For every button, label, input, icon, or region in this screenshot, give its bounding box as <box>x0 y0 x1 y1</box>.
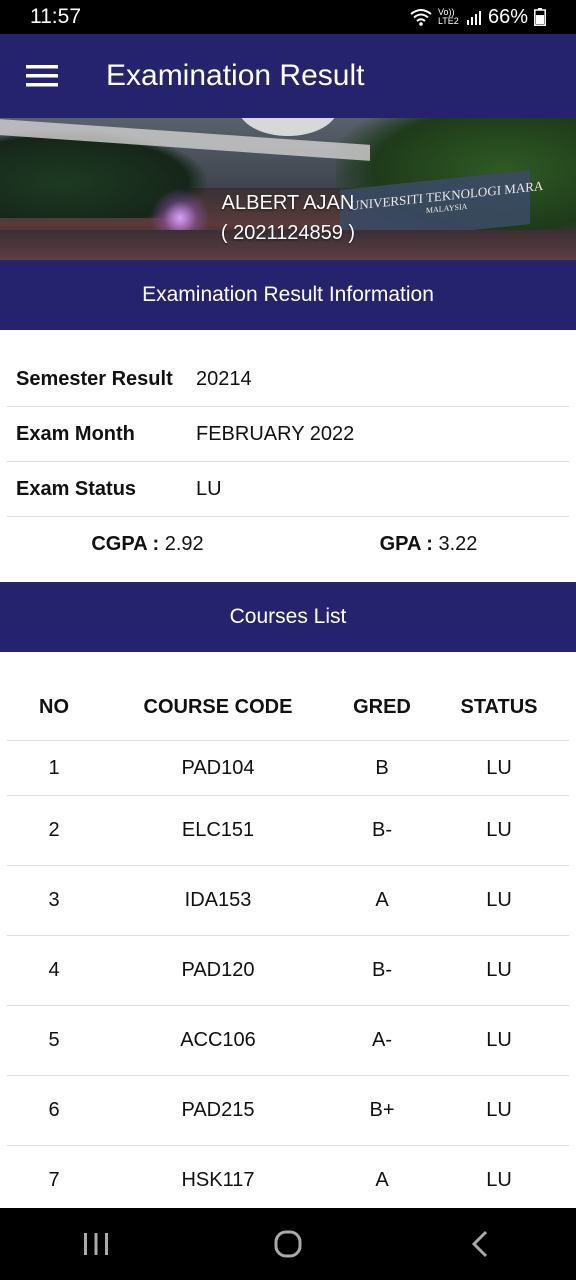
gpa-label: GPA : <box>379 532 433 555</box>
page-title: Examination Result <box>106 59 365 92</box>
column-header-grade: GRED <box>353 695 411 718</box>
info-row-exam-status: Exam Status LU <box>7 462 569 517</box>
system-nav-bar <box>0 1208 576 1280</box>
info-table: Semester Result 20214 Exam Month FEBRUAR… <box>7 352 569 571</box>
info-value: LU <box>196 477 222 500</box>
battery-icon <box>534 8 546 26</box>
table-row: 2 ELC151 B- LU <box>7 796 569 866</box>
home-icon[interactable] <box>248 1214 328 1274</box>
table-row: 3 IDA153 A LU <box>7 866 569 936</box>
student-name: ALBERT AJAN <box>221 192 355 214</box>
courses-table: NO COURSE CODE GRED STATUS 1 PAD104 B LU… <box>7 674 569 1215</box>
student-info: ALBERT AJAN ( 2021124859 ) <box>0 188 576 248</box>
table-row: 7 HSK117 A LU <box>48 1169 512 1191</box>
cgpa-cell: CGPA : 2.92 <box>7 533 288 556</box>
info-label: Exam Month <box>16 422 135 445</box>
column-header-status: STATUS <box>460 695 538 718</box>
info-section-header: Examination Result Information <box>0 260 576 330</box>
app-bar: Examination Result <box>0 34 576 118</box>
gpa-row: CGPA : 2.92 GPA : 3.22 <box>7 517 569 571</box>
battery-percent: 66% <box>487 5 528 28</box>
back-icon[interactable] <box>440 1214 520 1274</box>
cgpa-label: CGPA : <box>91 532 160 555</box>
network-label: Vo)) LTE2 <box>437 7 459 26</box>
table-row: 6 PAD215 B+ LU <box>7 1076 569 1146</box>
hamburger-menu-icon[interactable] <box>14 48 70 104</box>
info-label: Exam Status <box>16 477 137 500</box>
status-icons: Vo)) LTE2 66% <box>410 6 546 29</box>
info-value: FEBRUARY 2022 <box>196 422 355 445</box>
campus-banner-image: UNIVERSITI TEKNOLOGI MARA MALAYSIA ALBER… <box>0 118 576 260</box>
courses-table-header: NO COURSE CODE GRED STATUS <box>7 674 569 741</box>
student-id: ( 2021124859 ) <box>220 222 356 244</box>
table-row: 4 PAD120 B- LU <box>7 936 569 1006</box>
signal-icon <box>466 11 481 25</box>
table-row: 5 ACC106 A- LU <box>7 1006 569 1076</box>
gpa-value: 3.22 <box>438 532 478 555</box>
courses-section-header: Courses List <box>0 582 576 652</box>
status-time: 11:57 <box>30 5 81 28</box>
gpa-cell: GPA : 3.22 <box>288 533 569 556</box>
wifi-icon <box>410 9 432 26</box>
info-row-semester: Semester Result 20214 <box>7 352 569 407</box>
cgpa-value: 2.92 <box>164 532 204 555</box>
recent-apps-icon[interactable] <box>56 1214 136 1274</box>
info-label: Semester Result <box>16 367 173 390</box>
status-bar: 11:57 Vo)) LTE2 66% <box>0 0 576 34</box>
info-row-exam-month: Exam Month FEBRUARY 2022 <box>7 407 569 462</box>
column-header-course-code: COURSE CODE <box>143 695 293 718</box>
courses-table-body: 1 PAD104 B LU 2 ELC151 B- LU 3 IDA153 A … <box>7 741 569 1215</box>
column-header-no: NO <box>39 695 69 718</box>
info-value: 20214 <box>196 367 252 390</box>
table-row: 1 PAD104 B LU <box>7 741 569 796</box>
